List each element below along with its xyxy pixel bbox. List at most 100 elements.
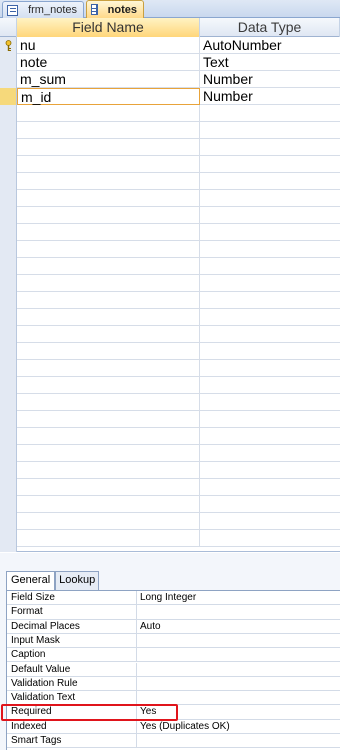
field-name-cell[interactable] — [17, 530, 200, 547]
row-selector[interactable] — [0, 530, 17, 547]
property-row[interactable]: Smart Tags — [7, 734, 340, 749]
data-type-cell[interactable] — [200, 462, 340, 479]
field-name-cell[interactable] — [17, 241, 200, 258]
field-name-cell[interactable] — [17, 173, 200, 190]
field-name-cell[interactable] — [17, 156, 200, 173]
property-row[interactable]: Indexed Yes (Duplicates OK) — [7, 719, 340, 734]
row-selector[interactable] — [0, 207, 17, 224]
row-selector[interactable] — [0, 241, 17, 258]
data-type-cell[interactable] — [200, 479, 340, 496]
data-type-cell[interactable] — [200, 224, 340, 241]
row-selector[interactable] — [0, 71, 17, 88]
data-type-cell[interactable] — [200, 530, 340, 547]
field-name-cell[interactable]: note — [17, 54, 200, 71]
row-selector[interactable] — [0, 173, 17, 190]
field-name-cell[interactable] — [17, 496, 200, 513]
row-selector[interactable] — [0, 496, 17, 513]
field-name-cell[interactable] — [17, 275, 200, 292]
field-name-cell[interactable] — [17, 377, 200, 394]
empty-field-row[interactable] — [0, 241, 340, 258]
property-row[interactable]: Decimal Places Auto — [7, 619, 340, 634]
field-name-cell[interactable] — [17, 190, 200, 207]
empty-field-row[interactable] — [0, 394, 340, 411]
tab-frm-notes[interactable]: frm_notes — [2, 1, 84, 18]
row-selector[interactable] — [0, 513, 17, 530]
empty-field-row[interactable] — [0, 156, 340, 173]
data-type-cell[interactable]: Text — [200, 54, 340, 71]
data-type-cell[interactable] — [200, 343, 340, 360]
row-selector[interactable] — [0, 275, 17, 292]
empty-field-row[interactable] — [0, 173, 340, 190]
field-row-nu[interactable]: nu AutoNumber — [0, 37, 340, 54]
data-type-cell[interactable] — [200, 394, 340, 411]
field-name-cell[interactable] — [17, 326, 200, 343]
data-type-cell[interactable] — [200, 309, 340, 326]
property-row[interactable]: Caption — [7, 648, 340, 663]
empty-field-row[interactable] — [0, 343, 340, 360]
empty-field-row[interactable] — [0, 292, 340, 309]
data-type-cell[interactable] — [200, 173, 340, 190]
field-name-cell[interactable] — [17, 513, 200, 530]
row-selector[interactable] — [0, 139, 17, 156]
empty-field-row[interactable] — [0, 224, 340, 241]
data-type-header[interactable]: Data Type — [200, 18, 340, 37]
data-type-cell[interactable] — [200, 496, 340, 513]
field-name-cell[interactable] — [17, 105, 200, 122]
field-row-m-id[interactable]: m_id Number — [0, 88, 340, 105]
row-selector[interactable] — [0, 428, 17, 445]
row-selector[interactable] — [0, 122, 17, 139]
field-name-cell[interactable] — [17, 394, 200, 411]
data-type-cell[interactable] — [200, 122, 340, 139]
empty-field-row[interactable] — [0, 496, 340, 513]
selector-header[interactable] — [0, 18, 17, 37]
row-selector[interactable] — [0, 445, 17, 462]
field-name-cell[interactable] — [17, 309, 200, 326]
empty-field-row[interactable] — [0, 258, 340, 275]
empty-field-row[interactable] — [0, 513, 340, 530]
property-value[interactable]: Long Integer — [139, 591, 339, 605]
field-name-cell[interactable] — [17, 122, 200, 139]
row-selector[interactable] — [0, 54, 17, 71]
data-type-cell[interactable] — [200, 156, 340, 173]
data-type-cell[interactable] — [200, 241, 340, 258]
empty-field-row[interactable] — [0, 377, 340, 394]
property-row[interactable]: Default Value — [7, 662, 340, 677]
data-type-cell[interactable]: Number — [200, 88, 340, 105]
row-selector[interactable] — [0, 258, 17, 275]
row-selector[interactable] — [0, 190, 17, 207]
empty-field-row[interactable] — [0, 309, 340, 326]
data-type-cell[interactable] — [200, 377, 340, 394]
row-selector-current[interactable] — [0, 88, 17, 105]
field-name-cell[interactable] — [17, 462, 200, 479]
data-type-cell[interactable] — [200, 411, 340, 428]
field-row-note[interactable]: note Text — [0, 54, 340, 71]
row-selector[interactable] — [0, 377, 17, 394]
empty-field-row[interactable] — [0, 122, 340, 139]
field-name-cell[interactable] — [17, 479, 200, 496]
data-type-cell[interactable] — [200, 360, 340, 377]
empty-field-row[interactable] — [0, 411, 340, 428]
field-name-cell[interactable] — [17, 445, 200, 462]
row-selector[interactable] — [0, 37, 17, 54]
field-name-cell[interactable] — [17, 258, 200, 275]
property-row[interactable]: Validation Rule — [7, 676, 340, 692]
empty-field-row[interactable] — [0, 462, 340, 479]
field-name-cell[interactable] — [17, 207, 200, 224]
tab-notes[interactable]: notes — [86, 0, 144, 18]
data-type-cell[interactable] — [200, 139, 340, 156]
property-row[interactable]: Format — [7, 605, 340, 620]
data-type-cell[interactable] — [200, 275, 340, 292]
empty-field-row[interactable] — [0, 190, 340, 207]
empty-field-row[interactable] — [0, 105, 340, 122]
row-selector[interactable] — [0, 292, 17, 309]
field-name-cell[interactable]: m_sum — [17, 71, 200, 88]
field-name-cell[interactable] — [17, 360, 200, 377]
row-selector[interactable] — [0, 326, 17, 343]
row-selector[interactable] — [0, 224, 17, 241]
data-type-cell[interactable] — [200, 190, 340, 207]
row-selector[interactable] — [0, 343, 17, 360]
field-name-cell[interactable] — [17, 139, 200, 156]
property-value[interactable]: Yes (Duplicates OK) — [139, 720, 339, 734]
field-name-cell[interactable] — [17, 343, 200, 360]
data-type-cell[interactable] — [200, 292, 340, 309]
